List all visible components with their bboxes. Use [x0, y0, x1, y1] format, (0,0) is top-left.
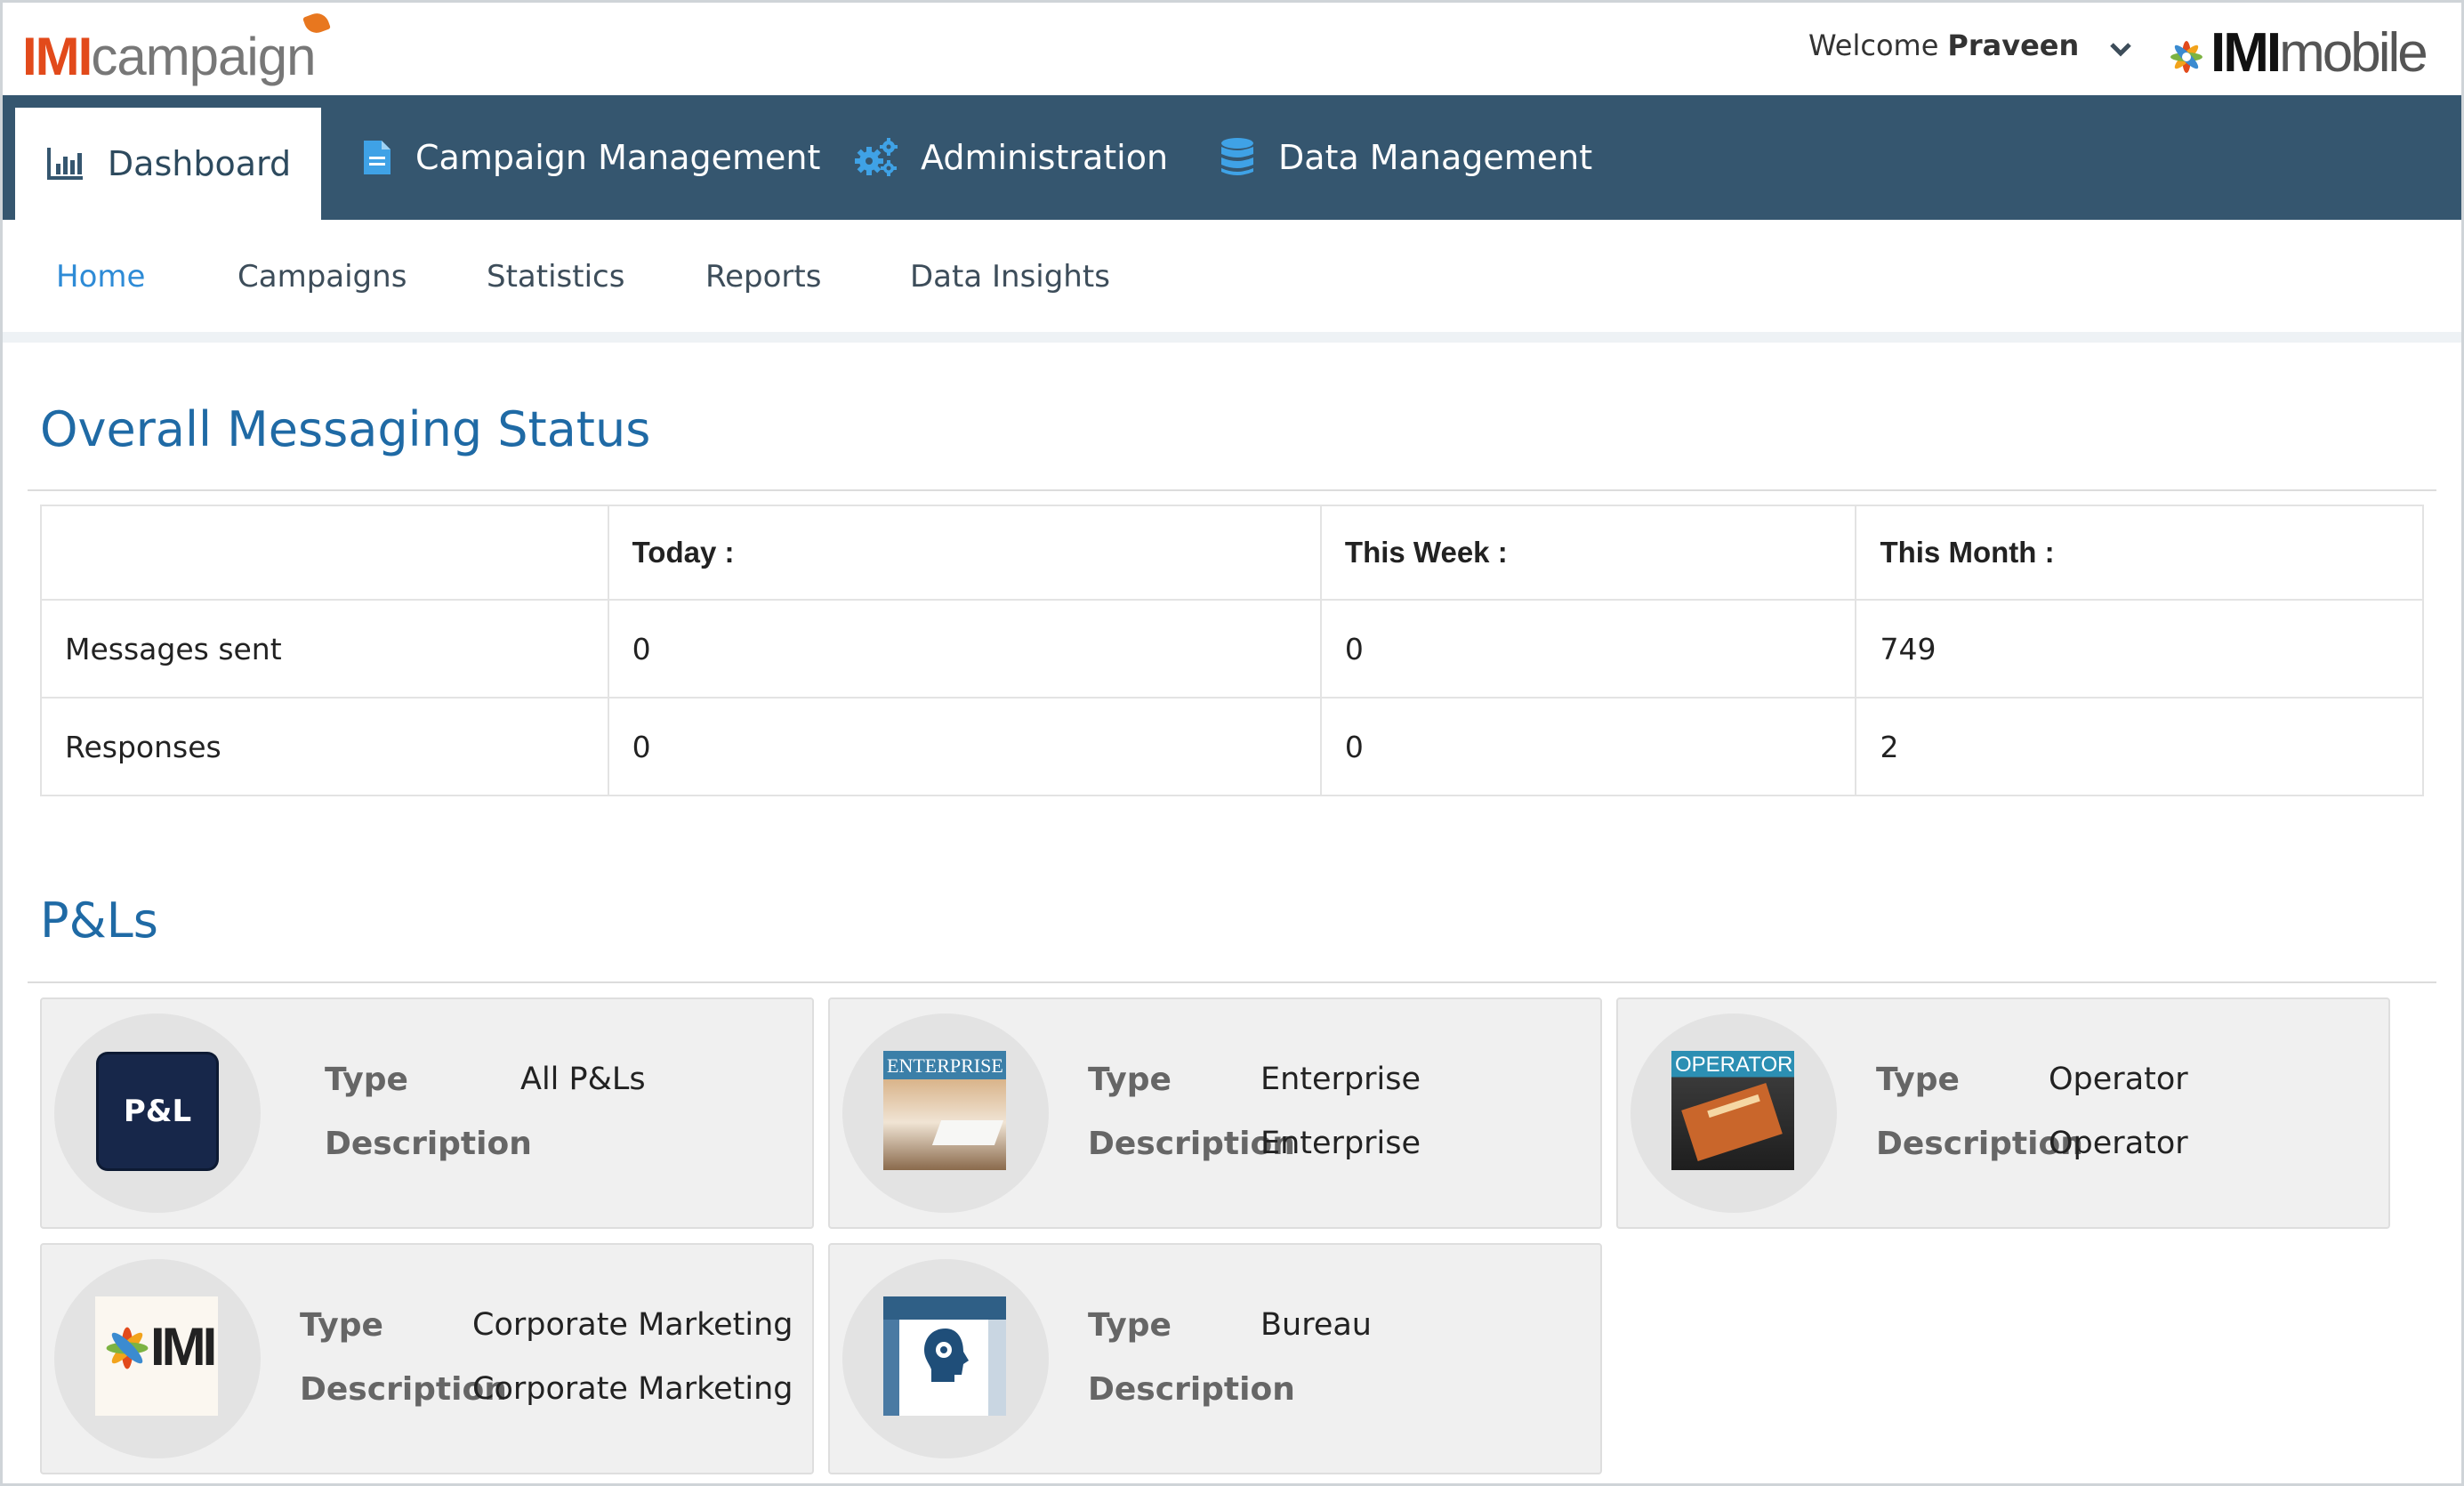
table-row: Responses 0 0 2: [40, 697, 2424, 796]
type-value: All P&Ls: [520, 1062, 646, 1097]
top-header: IMIcampaign Welcome Praveen IMImobile: [3, 3, 2461, 95]
description-label: Description: [1088, 1371, 1295, 1408]
corporate-image-icon: IMI: [95, 1296, 218, 1416]
pnl-card-operator[interactable]: OPERATOR Type Operator Description Opera…: [1616, 997, 2390, 1229]
description-value: Corporate Marketing: [472, 1371, 793, 1407]
table-cell: 0: [607, 599, 1322, 699]
pnl-card-enterprise[interactable]: ENTERPRISE Type Enterprise Description E…: [828, 997, 1602, 1229]
table-cell: 0: [1319, 697, 1857, 796]
row-label: Messages sent: [40, 599, 609, 699]
pnl-card-corporate-marketing[interactable]: IMI Type Corporate Marketing Description…: [40, 1243, 814, 1474]
subtab-reports[interactable]: Reports: [705, 259, 821, 295]
description-value: Operator: [2049, 1126, 2188, 1161]
welcome-label: Welcome: [1808, 28, 1939, 62]
corporate-image-text: IMI: [150, 1317, 217, 1377]
column-header: [40, 505, 609, 601]
tab-label: Campaign Management: [415, 138, 821, 177]
table-cell: 0: [1319, 599, 1857, 699]
pnl-logo-icon: P&L: [99, 1054, 216, 1168]
tab-label: Administration: [921, 138, 1169, 177]
enterprise-image-icon: ENTERPRISE: [883, 1051, 1006, 1170]
bureau-image-icon: [883, 1296, 1006, 1416]
subtab-statistics[interactable]: Statistics: [487, 259, 624, 295]
column-header: Today :: [607, 505, 1322, 601]
main-nav: Dashboard Campaign Management Administra…: [3, 95, 2461, 220]
database-icon: [1221, 138, 1253, 175]
logo-suffix: campaign: [91, 27, 316, 86]
operator-image-icon: OPERATOR: [1671, 1051, 1794, 1170]
column-header: This Month :: [1855, 505, 2424, 601]
flower-icon: [2170, 40, 2202, 73]
type-label: Type: [1088, 1062, 1172, 1098]
app-window: IMIcampaign Welcome Praveen IMImobile Da…: [0, 0, 2464, 1486]
gears-icon: [855, 138, 898, 176]
tab-administration[interactable]: Administration: [855, 95, 1168, 220]
tab-label: Dashboard: [107, 144, 292, 183]
section-divider: [28, 981, 2436, 983]
app-logo[interactable]: IMIcampaign: [22, 10, 331, 88]
brand-suffix: mobile: [2279, 22, 2428, 84]
type-value: Operator: [2049, 1062, 2188, 1097]
document-icon: [364, 141, 391, 174]
section-divider: [28, 489, 2436, 491]
head-gear-icon: [924, 1329, 969, 1382]
pnls-title: P&Ls: [40, 892, 158, 949]
pnl-card-all[interactable]: P&L Type All P&Ls Description: [40, 997, 814, 1229]
pnl-logo-text: P&L: [123, 1094, 192, 1129]
table-cell: 0: [607, 697, 1322, 796]
pnl-card-bureau[interactable]: Type Bureau Description: [828, 1243, 1602, 1474]
user-menu[interactable]: Welcome Praveen: [1808, 26, 2132, 67]
type-value: Bureau: [1260, 1307, 1372, 1343]
tab-data-management[interactable]: Data Management: [1220, 95, 1592, 220]
type-value: Enterprise: [1260, 1062, 1421, 1097]
chevron-down-icon[interactable]: [2109, 28, 2132, 67]
tab-campaign-management[interactable]: Campaign Management: [362, 95, 820, 220]
description-value: Enterprise: [1260, 1126, 1421, 1161]
subtab-home[interactable]: Home: [56, 259, 145, 295]
brand-logo: IMImobile: [2166, 22, 2428, 85]
table-row: Messages sent 0 0 749: [40, 599, 2424, 699]
type-label: Type: [1088, 1307, 1172, 1344]
table-header-row: Today : This Week : This Month :: [40, 505, 2424, 601]
row-label: Responses: [40, 697, 609, 796]
subtab-campaigns[interactable]: Campaigns: [238, 259, 407, 295]
operator-image-text: OPERATOR: [1675, 1053, 1793, 1077]
logo-prefix: IMI: [22, 27, 93, 86]
brand-prefix: IMI: [2210, 22, 2282, 84]
table-cell: 2: [1855, 697, 2424, 796]
type-label: Type: [1876, 1062, 1960, 1098]
column-header: This Week :: [1319, 505, 1857, 601]
subtab-data-insights[interactable]: Data Insights: [910, 259, 1110, 295]
messaging-status-table: Today : This Week : This Month : Message…: [40, 505, 2424, 796]
table-cell: 749: [1855, 599, 2424, 699]
bar-chart-icon: [46, 148, 83, 180]
user-name: Praveen: [1947, 28, 2080, 62]
tab-dashboard[interactable]: Dashboard: [15, 108, 321, 220]
sub-nav: Home Campaigns Statistics Reports Data I…: [3, 220, 2461, 343]
messaging-status-title: Overall Messaging Status: [40, 401, 651, 457]
enterprise-image-text: ENTERPRISE: [887, 1054, 1003, 1077]
type-label: Type: [300, 1307, 383, 1344]
type-label: Type: [325, 1062, 408, 1098]
type-value: Corporate Marketing: [472, 1307, 793, 1343]
tab-label: Data Management: [1278, 138, 1593, 177]
description-label: Description: [325, 1126, 532, 1162]
